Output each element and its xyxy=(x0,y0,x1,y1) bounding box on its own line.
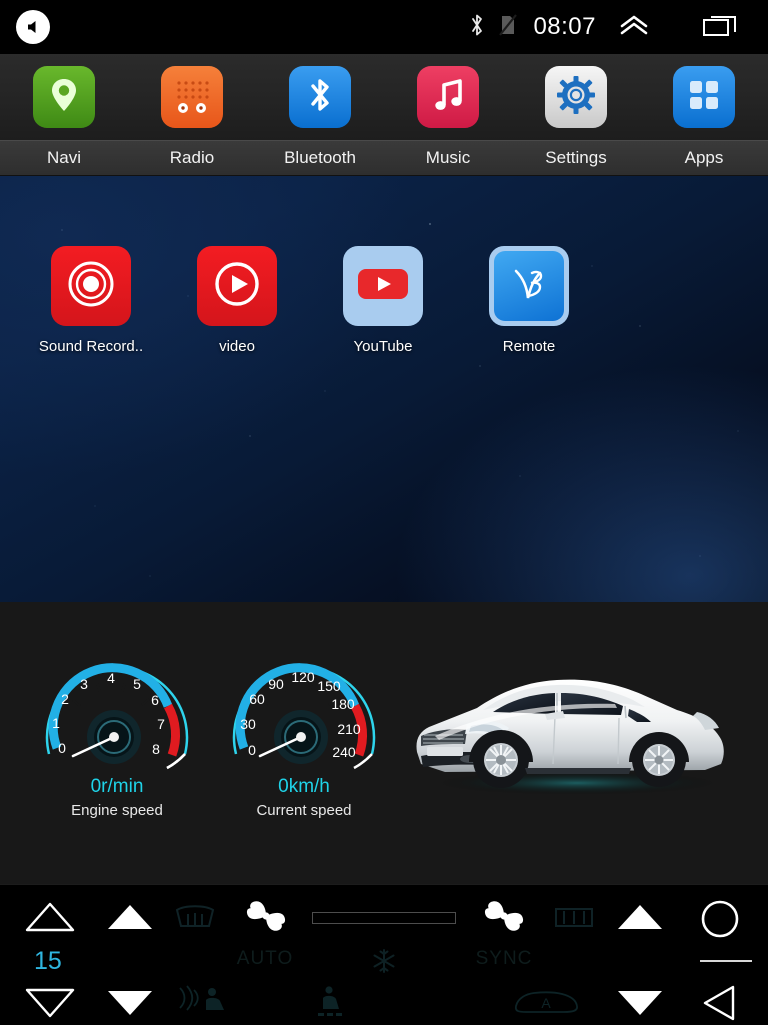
app-shortcut-music[interactable] xyxy=(384,54,512,140)
app-shortcut-radio[interactable] xyxy=(128,54,256,140)
blower-fan-right-button[interactable] xyxy=(476,897,532,937)
air-recirculation-button[interactable]: A xyxy=(508,981,584,1021)
desktop-icon-grid: Sound Record.. video YouTube Remote xyxy=(0,246,768,355)
svg-text:120: 120 xyxy=(291,669,315,685)
volume-muted-icon[interactable] xyxy=(16,10,50,44)
svg-text:90: 90 xyxy=(268,676,284,692)
current-speed-gauge: 0 30 60 90 120 150 180 210 240 0km/h Cur… xyxy=(216,642,392,819)
remote-app-icon xyxy=(507,262,551,311)
engine-speed-caption: Engine speed xyxy=(71,802,163,819)
current-speed-value: 0km/h xyxy=(278,776,330,797)
map-pin-icon xyxy=(47,76,81,119)
desktop-icon-label: video xyxy=(219,338,255,355)
blower-level-slider[interactable] xyxy=(312,912,456,924)
desktop-icon-remote[interactable]: Remote xyxy=(456,246,602,355)
svg-text:30: 30 xyxy=(240,716,256,732)
app-label-settings[interactable]: Settings xyxy=(512,141,640,175)
youtube-icon xyxy=(355,263,411,310)
driver-temp-up-button[interactable] xyxy=(22,899,78,935)
bluetooth-icon xyxy=(469,13,485,42)
svg-text:A: A xyxy=(541,995,551,1011)
climate-control-bar: 15 AUTO SYNC A xyxy=(0,884,768,1024)
video-player-icon xyxy=(211,258,263,315)
recent-apps-icon[interactable] xyxy=(702,12,740,43)
engine-speed-gauge: 0 1 2 3 4 5 6 7 8 0r/min Engine speed xyxy=(29,642,205,819)
svg-text:0: 0 xyxy=(248,742,256,758)
status-bar: 08:07 xyxy=(0,0,768,54)
svg-text:7: 7 xyxy=(157,716,165,732)
grid-apps-icon xyxy=(687,78,721,117)
app-shortcut-bluetooth[interactable] xyxy=(256,54,384,140)
svg-text:180: 180 xyxy=(331,696,355,712)
desktop-icon-video[interactable]: video xyxy=(164,246,310,355)
airflow-feet-button[interactable] xyxy=(300,981,356,1021)
double-chevron-up-icon[interactable] xyxy=(618,13,650,42)
ac-snowflake-button[interactable] xyxy=(362,945,406,977)
sync-button[interactable]: SYNC xyxy=(464,945,544,973)
music-note-icon xyxy=(431,76,465,119)
svg-text:8: 8 xyxy=(152,741,160,757)
app-shortcut-bar xyxy=(0,54,768,140)
fan-level-down-button[interactable] xyxy=(102,985,158,1021)
driver-temp-value: 15 xyxy=(34,947,62,975)
engine-speed-value: 0r/min xyxy=(90,776,144,797)
clock: 08:07 xyxy=(533,13,596,40)
svg-text:150: 150 xyxy=(317,678,341,694)
svg-text:4: 4 xyxy=(107,670,115,686)
desktop-icon-label: Remote xyxy=(502,338,556,355)
desktop-icon-youtube[interactable]: YouTube xyxy=(310,246,456,355)
home-button[interactable] xyxy=(692,897,748,941)
current-speed-caption: Current speed xyxy=(256,802,352,819)
volume-down-button[interactable] xyxy=(612,985,668,1021)
airflow-face-button[interactable] xyxy=(176,981,232,1021)
svg-text:1: 1 xyxy=(52,715,60,731)
sound-recorder-icon xyxy=(65,258,117,315)
app-label-apps[interactable]: Apps xyxy=(640,141,768,175)
back-button[interactable] xyxy=(692,981,748,1025)
desktop-wallpaper: Sound Record.. video YouTube Remote xyxy=(0,176,768,602)
auto-button[interactable]: AUTO xyxy=(226,945,304,973)
blower-fan-left-button[interactable] xyxy=(238,897,294,937)
svg-text:210: 210 xyxy=(337,721,361,737)
app-label-radio[interactable]: Radio xyxy=(128,141,256,175)
app-shortcut-labels: Navi Radio Bluetooth Music Settings Apps xyxy=(0,140,768,176)
svg-text:2: 2 xyxy=(61,691,69,707)
front-defrost-button[interactable] xyxy=(168,899,222,935)
app-shortcut-settings[interactable] xyxy=(512,54,640,140)
white-sedan-car-photo xyxy=(405,652,745,812)
gear-icon xyxy=(556,75,596,120)
status-icons: 08:07 xyxy=(469,0,768,54)
desktop-icon-label: YouTube xyxy=(353,338,413,355)
rear-defrost-button[interactable] xyxy=(548,899,600,935)
car-info-panel: 0 1 2 3 4 5 6 7 8 0r/min Engine speed 0 … xyxy=(0,602,768,884)
driver-temp-down-button[interactable] xyxy=(22,985,78,1021)
fan-level-up-button[interactable] xyxy=(102,899,158,935)
app-label-music[interactable]: Music xyxy=(384,141,512,175)
no-sim-card-icon xyxy=(499,13,518,42)
svg-text:6: 6 xyxy=(151,692,159,708)
svg-text:5: 5 xyxy=(133,676,141,692)
volume-up-button[interactable] xyxy=(612,899,668,935)
desktop-icon-label: Sound Record.. xyxy=(38,338,144,355)
app-label-navi[interactable]: Navi xyxy=(0,141,128,175)
svg-text:60: 60 xyxy=(249,691,265,707)
bluetooth-icon xyxy=(305,74,335,121)
svg-text:240: 240 xyxy=(332,744,356,760)
nav-divider xyxy=(700,960,752,962)
app-label-bluetooth[interactable]: Bluetooth xyxy=(256,141,384,175)
svg-text:3: 3 xyxy=(80,676,88,692)
app-shortcut-navi[interactable] xyxy=(0,54,128,140)
app-shortcut-apps[interactable] xyxy=(640,54,768,140)
desktop-icon-sound-recorder[interactable]: Sound Record.. xyxy=(18,246,164,355)
svg-text:0: 0 xyxy=(58,740,66,756)
